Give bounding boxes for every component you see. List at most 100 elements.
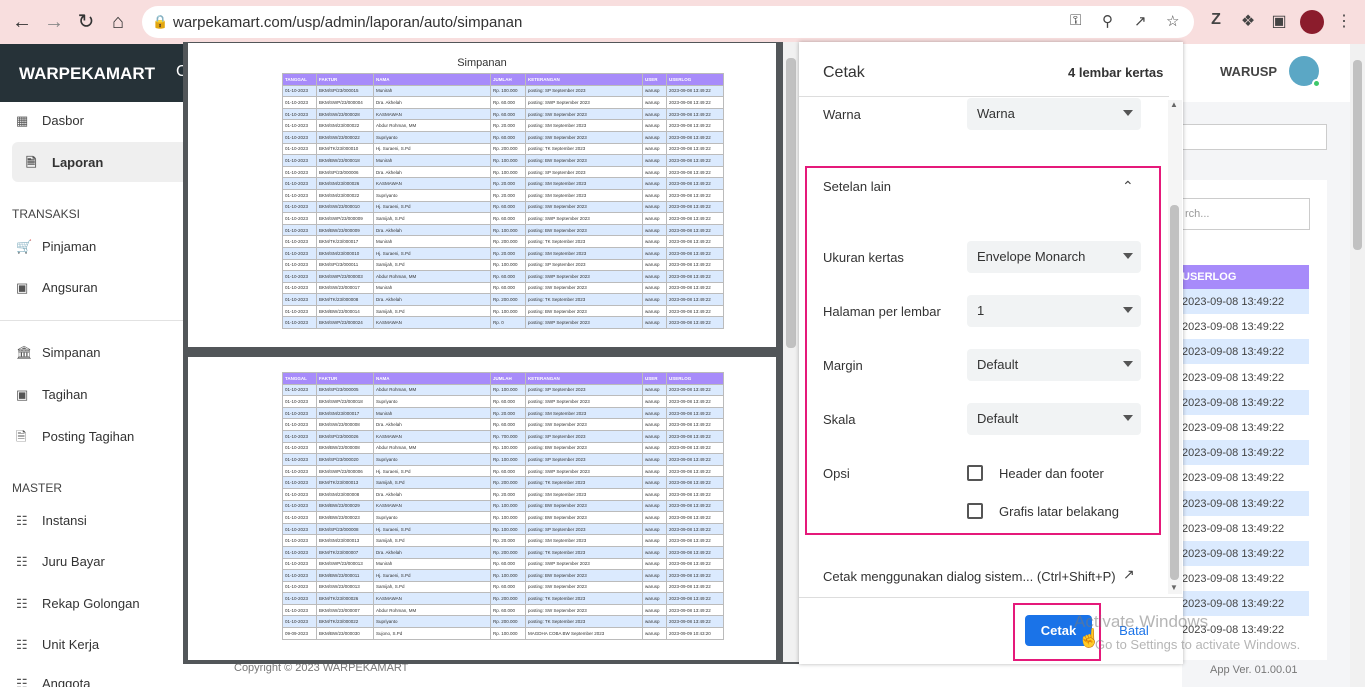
- sidebar-item-instansi[interactable]: ☷ Instansi: [16, 513, 87, 533]
- preview-cell: Munirah: [373, 557, 491, 571]
- preview-cell: warusp: [642, 107, 667, 121]
- preview-cell: KASMAWAN: [373, 177, 491, 190]
- preview-cell: BKM/SM/23/000010: [316, 246, 374, 260]
- paper-size-label: Ukuran kertas: [823, 250, 904, 265]
- preview-table-row: 01-10-2023 BKM/SP/23/000005 Abdur Rohman, …: [282, 383, 724, 397]
- preview-cell: BKM/SP/23/000015: [316, 84, 374, 98]
- preview-cell: posting: SWP September 2023: [525, 464, 643, 478]
- preview-cell: BKM/SM/23/000017: [316, 406, 374, 420]
- search-input[interactable]: rch...: [1182, 198, 1310, 230]
- preview-cell: warusp: [642, 200, 667, 214]
- warna-select[interactable]: Warna: [967, 98, 1141, 130]
- preview-cell: BKM/SM/23/000022: [316, 188, 374, 202]
- system-dialog-link[interactable]: Cetak menggunakan dialog sistem... (Ctrl…: [823, 569, 1116, 584]
- preview-cell: posting: SM September 2023: [525, 487, 643, 501]
- sidebar-divider: [0, 320, 208, 321]
- preview-cell: 01-10-2023: [282, 316, 317, 330]
- page-scrollbar-thumb[interactable]: [1353, 60, 1362, 250]
- dialog-scrollbar-thumb[interactable]: [1170, 205, 1179, 580]
- pages-per-sheet-select[interactable]: 1: [967, 295, 1141, 327]
- key-icon[interactable]: ⚿: [1070, 12, 1081, 29]
- sidebar-item-juru-bayar[interactable]: ☷ Juru Bayar: [16, 554, 105, 574]
- sidebar-item-angsuran[interactable]: ▣ Angsuran: [16, 280, 98, 300]
- share-icon[interactable]: ↗: [1134, 12, 1147, 30]
- preview-cell: Rp. 60.000: [490, 395, 526, 408]
- preview-table-row: 01-10-2023 BKM/BW/23/000023 Supriyanto Rp. …: [282, 511, 724, 524]
- sidebar-item-unit-kerja[interactable]: ☷ Unit Kerja: [16, 637, 99, 657]
- preview-cell: posting: SW September 2023: [525, 580, 643, 594]
- preview-cell: 2023-09-08 13:49:22: [666, 418, 724, 431]
- preview-table-row: 01-10-2023 BKM/SW/23/000028 KASMAWAN Rp. 60…: [282, 107, 724, 121]
- scroll-up-icon[interactable]: ▲: [1170, 100, 1178, 109]
- preview-cell: Rp. 20.000: [490, 119, 526, 132]
- background-graphics-label[interactable]: Grafis latar belakang: [999, 504, 1119, 519]
- extension-z-icon[interactable]: Z: [1205, 11, 1227, 29]
- star-icon[interactable]: ☆: [1166, 12, 1179, 30]
- filter-input[interactable]: [1182, 124, 1327, 150]
- app-version: App Ver. 01.00.01: [1210, 664, 1298, 676]
- book-icon: ☷: [16, 554, 28, 569]
- forward-icon[interactable]: →: [42, 10, 66, 34]
- sidebar-item-rekap-golongan[interactable]: ☷ Rekap Golongan: [16, 596, 140, 616]
- sidebar-item-posting-tagihan[interactable]: 🗎 Posting Tagihan: [16, 428, 134, 448]
- preview-cell: warusp: [642, 615, 667, 629]
- preview-col-header: NAMA: [373, 73, 491, 86]
- preview-cell: BKM/SW/23/000010: [316, 200, 374, 214]
- preview-cell: warusp: [642, 580, 667, 594]
- paper-size-select[interactable]: Envelope Monarch: [967, 241, 1141, 273]
- preview-cell: Rp. 100.000: [490, 383, 526, 397]
- background-table-row: 2023-09-08 13:49:22: [1182, 440, 1309, 466]
- preview-cell: Rp. 100.000: [490, 223, 526, 237]
- preview-cell: Rp. 60.000: [490, 580, 526, 594]
- sidebar-item-tagihan[interactable]: ▣ Tagihan: [16, 387, 88, 407]
- brand-logo[interactable]: WARPEKAMART: [0, 44, 184, 102]
- chevron-down-icon: [1123, 361, 1133, 367]
- preview-cell: BKM/SP/23/000026: [316, 429, 374, 443]
- preview-cell: posting: SM September 2023: [525, 534, 643, 547]
- home-icon[interactable]: ⌂: [106, 10, 130, 34]
- sidebar-item-simpanan[interactable]: 🏛 Simpanan: [16, 345, 101, 365]
- sidebar-item-laporan[interactable]: 🗎 Laporan: [26, 154, 103, 174]
- preview-cell: Abdur Rohman, MM: [373, 603, 491, 617]
- preview-cell: 2023-09-08 13:49:22: [666, 464, 724, 478]
- header-footer-checkbox[interactable]: [967, 465, 983, 481]
- zoom-icon[interactable]: ⚲: [1102, 12, 1113, 30]
- preview-cell: BKM/SM/23/000026: [316, 177, 374, 190]
- scale-select[interactable]: Default: [967, 403, 1141, 435]
- reload-icon[interactable]: ↻: [74, 10, 98, 34]
- preview-cell: 01-10-2023: [282, 212, 317, 225]
- user-avatar[interactable]: [1289, 56, 1321, 88]
- preview-cell: Rp. 200.000: [490, 293, 526, 306]
- background-table-row: 2023-09-08 13:49:22: [1182, 465, 1309, 491]
- preview-table-row: 01-10-2023 BKM/TK/23/000010 Hj. Suraeni, S…: [282, 142, 724, 156]
- address-bar[interactable]: 🔒 warpekamart.com/usp/admin/laporan/auto…: [142, 6, 1194, 38]
- background-table-row: 2023-09-08 13:49:22: [1182, 314, 1309, 340]
- sidebar-item-anggota[interactable]: ☷ Anggota: [16, 676, 90, 687]
- preview-table-row: 01-10-2023 BKM/SWP/23/000013 Munirah Rp. 60…: [282, 557, 724, 571]
- preview-scrollbar-thumb[interactable]: [786, 58, 796, 348]
- more-settings-label[interactable]: Setelan lain: [823, 179, 891, 194]
- sidebar-item-dasbor[interactable]: ▦ Dasbor: [16, 113, 84, 133]
- online-dot: [1312, 79, 1321, 88]
- header-footer-label[interactable]: Header dan footer: [999, 466, 1104, 481]
- puzzle-icon[interactable]: ❖: [1237, 11, 1259, 31]
- preview-cell: warusp: [642, 304, 667, 318]
- url-text[interactable]: warpekamart.com/usp/admin/laporan/auto/s…: [173, 14, 522, 31]
- menu-icon[interactable]: ⋮: [1333, 11, 1355, 31]
- user-name[interactable]: WARUSP: [1220, 64, 1277, 79]
- sidebar-item-pinjaman[interactable]: 🛒 Pinjaman: [16, 239, 96, 259]
- sidepanel-icon[interactable]: ▣: [1268, 11, 1290, 31]
- preview-cell: BKM/SM/23/000013: [316, 534, 374, 547]
- preview-cell: posting: BW September 2023: [525, 569, 643, 582]
- margin-select[interactable]: Default: [967, 349, 1141, 381]
- external-link-icon[interactable]: ↗: [1123, 566, 1135, 583]
- preview-cell: 01-10-2023: [282, 165, 317, 179]
- preview-cell: 01-10-2023: [282, 270, 317, 283]
- preview-cell: warusp: [642, 569, 667, 582]
- scroll-down-icon[interactable]: ▼: [1170, 583, 1178, 592]
- background-graphics-checkbox[interactable]: [967, 503, 983, 519]
- preview-col-header: USERLOG: [666, 372, 724, 385]
- back-icon[interactable]: ←: [10, 10, 34, 34]
- profile-avatar[interactable]: [1300, 10, 1324, 34]
- chevron-up-icon[interactable]: ⌃: [1122, 178, 1134, 195]
